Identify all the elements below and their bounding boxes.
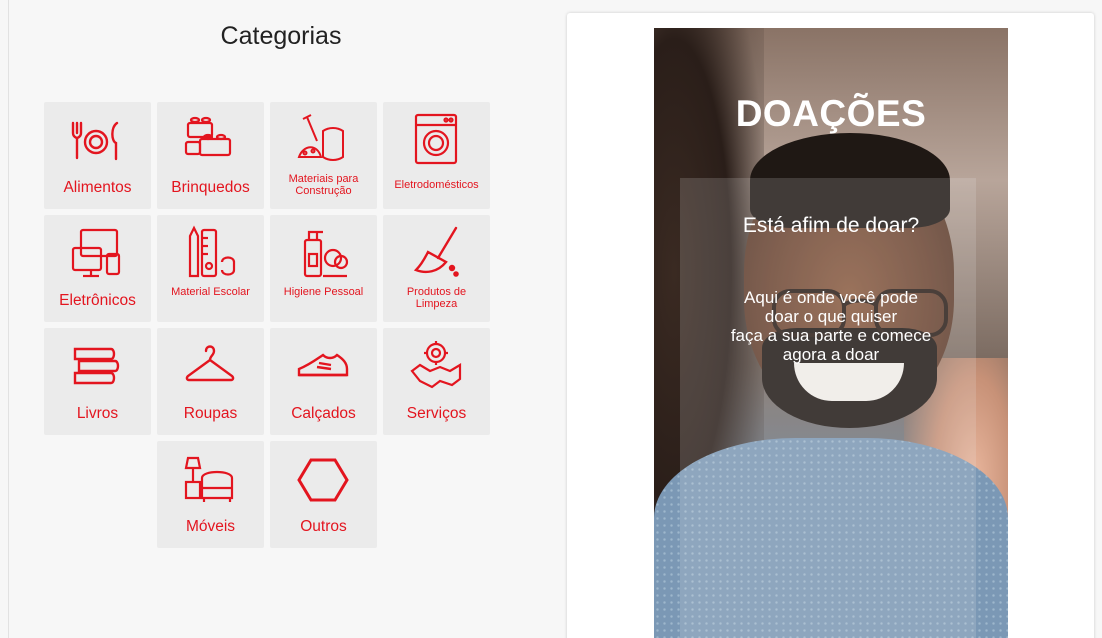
category-label: Calçados	[291, 405, 356, 422]
category-material-escolar[interactable]: Material Escolar	[157, 215, 264, 322]
category-label: Outros	[300, 518, 347, 535]
category-label: Roupas	[183, 405, 238, 422]
banner-description: Aqui é onde você pode doar o que quiser …	[694, 288, 968, 364]
broom-icon	[413, 226, 459, 277]
sneaker-icon	[297, 353, 349, 377]
category-livros[interactable]: Livros	[44, 328, 151, 435]
banner-description-line: Aqui é onde você pode	[744, 288, 918, 307]
category-label: Móveis	[185, 518, 236, 535]
category-higiene-pessoal[interactable]: Higiene Pessoal	[270, 215, 377, 322]
category-label: Material Escolar	[171, 286, 250, 298]
category-roupas[interactable]: Roupas	[157, 328, 264, 435]
category-label: Livros	[76, 405, 119, 422]
category-label: Eletrônicos	[59, 292, 136, 309]
category-calcados[interactable]: Calçados	[270, 328, 377, 435]
banner-description-line: doar o que quiser	[764, 307, 898, 326]
category-label: Higiene Pessoal	[283, 286, 364, 298]
category-label: Serviços	[406, 405, 467, 422]
category-label: Produtos de Limpeza	[406, 286, 467, 310]
washing-machine-icon	[414, 113, 458, 165]
hanger-icon	[185, 345, 235, 382]
categories-title: Categorias	[220, 22, 342, 50]
handshake-gear-icon	[410, 341, 462, 389]
books-icon	[73, 347, 120, 385]
donation-banner: DOAÇÕES Está afim de doar? Aqui é onde v…	[654, 28, 1008, 638]
furniture-icon	[184, 456, 234, 502]
category-label: Materiais para Construção	[288, 173, 359, 197]
category-outros[interactable]: Outros	[270, 441, 377, 548]
banner-description-line: faça a sua parte e comece	[730, 326, 932, 345]
construction-tools-icon	[297, 114, 344, 161]
category-brinquedos[interactable]: Brinquedos	[157, 102, 264, 209]
banner-description-line: agora a doar	[782, 345, 880, 364]
category-servicos[interactable]: Serviços	[383, 328, 490, 435]
hexagon-icon	[297, 458, 349, 502]
category-label: Alimentos	[63, 179, 132, 196]
text-overlay	[680, 178, 976, 638]
category-produtos-limpeza[interactable]: Produtos de Limpeza	[383, 215, 490, 322]
category-label: Eletrodomésticos	[394, 179, 479, 191]
devices-icon	[71, 228, 121, 278]
category-materiais-construcao[interactable]: Materiais para Construção	[270, 102, 377, 209]
category-eletrodomesticos[interactable]: Eletrodomésticos	[383, 102, 490, 209]
cutlery-plate-icon	[71, 121, 119, 161]
category-eletronicos[interactable]: Eletrônicos	[44, 215, 151, 322]
category-alimentos[interactable]: Alimentos	[44, 102, 151, 209]
category-label: Brinquedos	[171, 179, 250, 196]
banner-question: Está afim de doar?	[742, 214, 920, 237]
hygiene-products-icon	[303, 230, 349, 278]
banner-heading: DOAÇÕES	[735, 93, 927, 134]
category-moveis[interactable]: Móveis	[157, 441, 264, 548]
school-supplies-icon	[188, 225, 236, 278]
toy-blocks-icon	[184, 116, 232, 157]
